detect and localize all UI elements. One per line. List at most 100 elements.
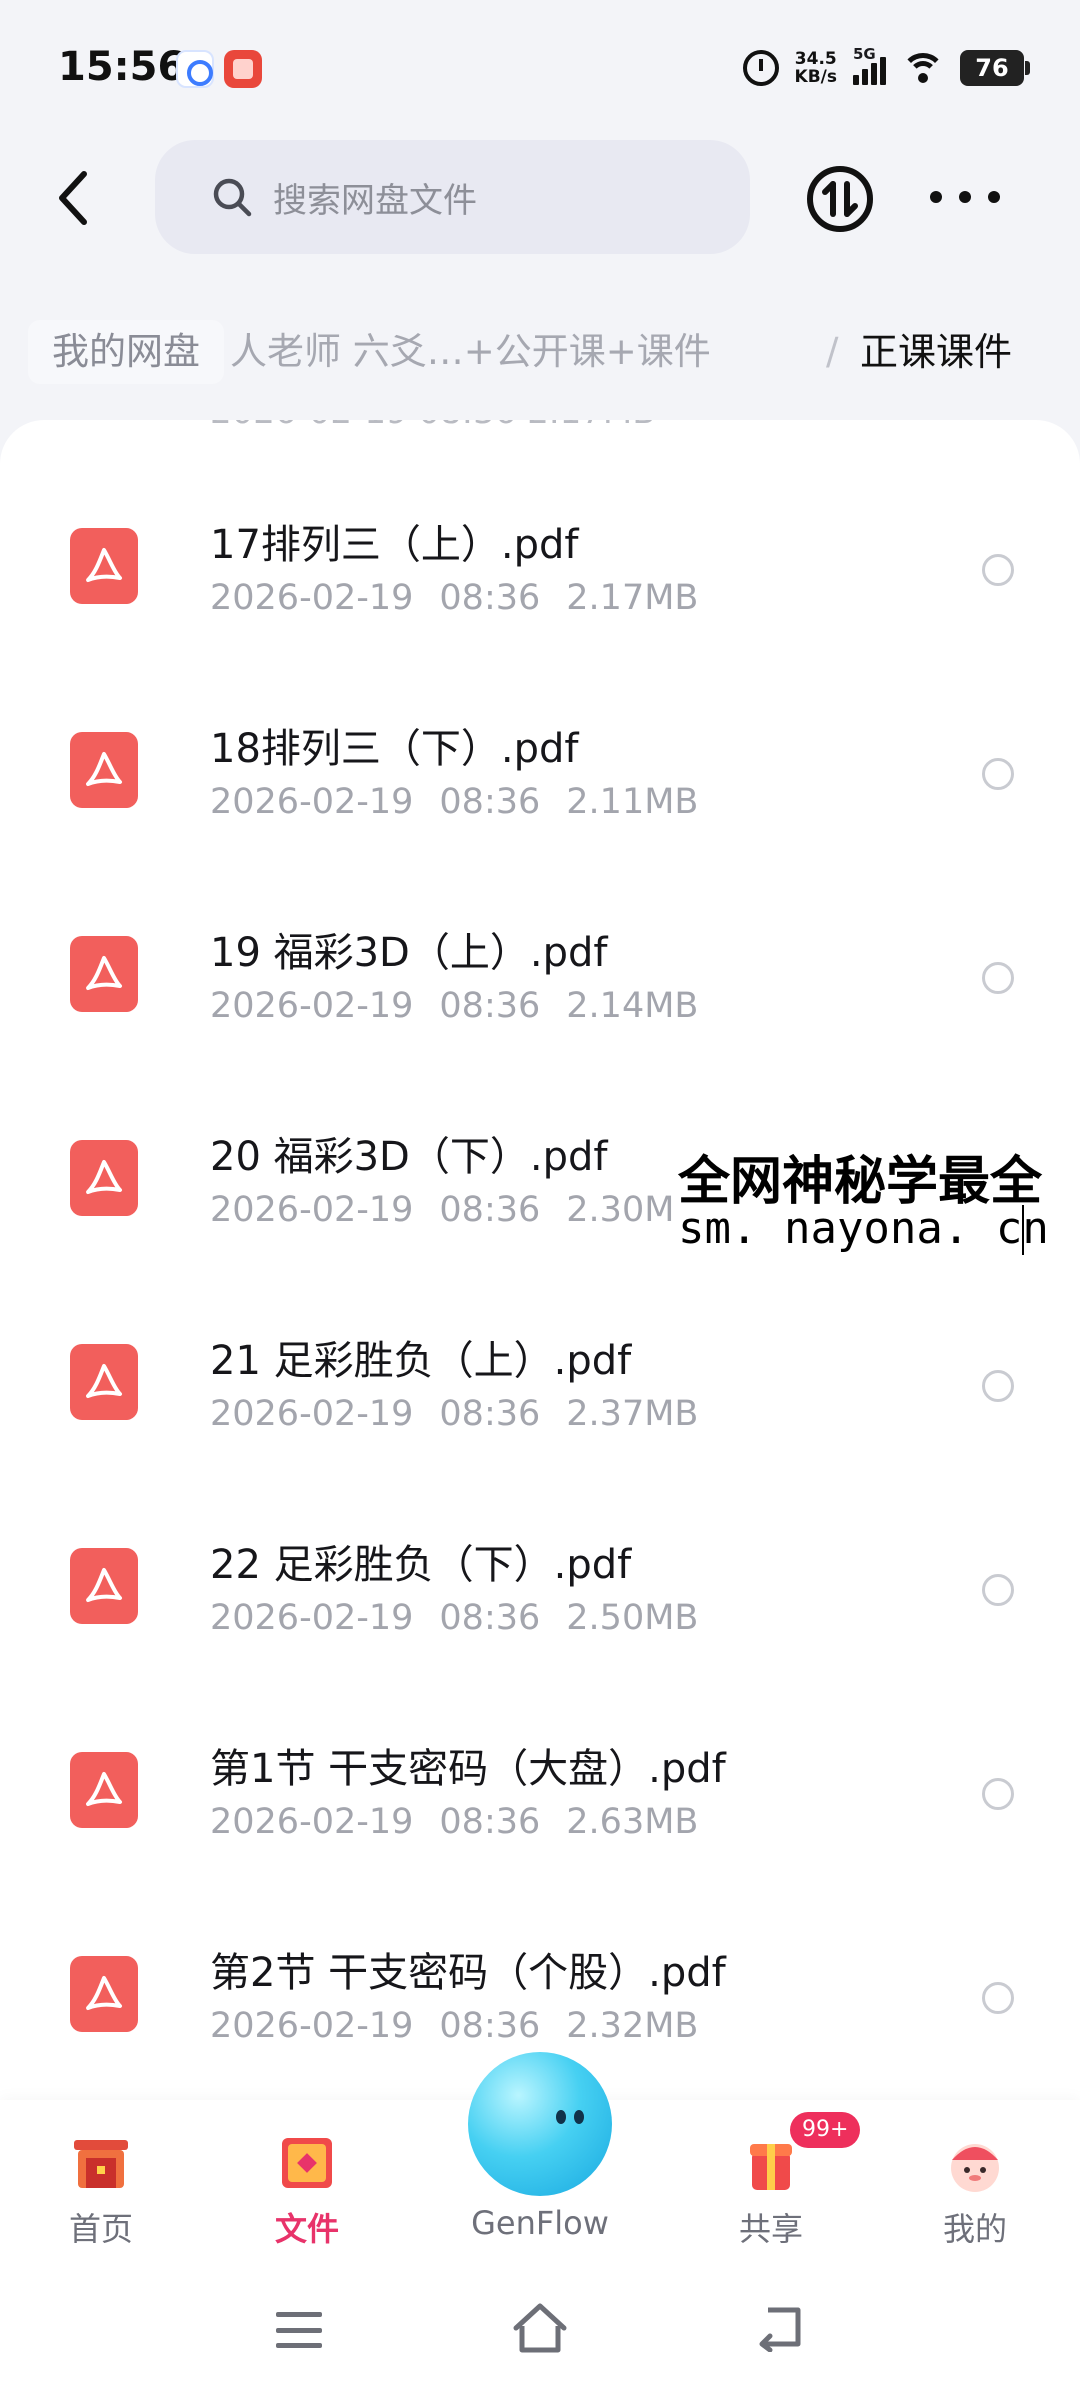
watermark-url: sm. nayona. cn	[678, 1203, 1049, 1254]
nav-genflow-label[interactable]: GenFlow	[440, 2204, 640, 2242]
pdf-file-icon	[70, 1344, 138, 1420]
file-meta: 2026-02-19 08:36 2.17MB	[210, 578, 698, 618]
file-date: 2026-02-19	[210, 782, 414, 822]
file-date: 2026-02-19	[210, 986, 414, 1026]
file-row[interactable]: 19 福彩3D（上）.pdf 2026-02-19 08:36 2.14MB	[0, 880, 1080, 1084]
more-options-icon[interactable]	[930, 182, 1000, 212]
file-time: 08:36	[439, 1802, 541, 1842]
nav-files-label: 文件	[274, 2210, 339, 2248]
file-name: 第1节 干支密码（大盘）.pdf	[210, 1746, 726, 1792]
home-gate-icon	[74, 2140, 128, 2188]
wifi-icon	[902, 51, 944, 85]
file-date: 2026-02-19	[210, 1598, 414, 1638]
pdf-file-icon	[70, 1140, 138, 1216]
breadcrumb-separator: /	[826, 330, 839, 373]
breadcrumb-root[interactable]: 我的网盘	[28, 320, 224, 384]
pdf-file-icon	[70, 1752, 138, 1828]
file-name: 20 福彩3D（下）.pdf	[210, 1134, 608, 1180]
file-meta: 2026-02-19 08:36 2.37MB	[210, 1394, 698, 1434]
file-size: 2.63MB	[566, 1802, 699, 1842]
file-time: 08:36	[439, 1394, 541, 1434]
genflow-mascot-icon[interactable]	[468, 2052, 612, 2196]
file-time: 08:36	[439, 1598, 541, 1638]
pdf-file-icon	[70, 936, 138, 1012]
file-name: 17排列三（上）.pdf	[210, 522, 579, 568]
network-speed-value: 34.5	[794, 49, 837, 69]
home-icon[interactable]	[510, 2300, 570, 2356]
pdf-file-icon	[70, 1956, 138, 2032]
file-name: 22 足彩胜负（下）.pdf	[210, 1542, 632, 1588]
status-indicators: 34.5 KB/s 5G 76	[742, 45, 1030, 90]
file-name: 21 足彩胜负（上）.pdf	[210, 1338, 632, 1384]
nav-home-label: 首页	[68, 2210, 133, 2248]
transfer-icon[interactable]	[805, 164, 875, 234]
pdf-file-icon	[70, 1548, 138, 1624]
status-bar: 15:56 34.5 KB/s 5G 76	[0, 0, 1080, 140]
nav-share-label: 共享	[738, 2210, 803, 2248]
file-name: 第2节 干支密码（个股）.pdf	[210, 1950, 726, 1996]
file-meta: 2026-02-19 08:36 2.63MB	[210, 1802, 698, 1842]
file-meta: 2026-02-19 08:36 2.11MB	[210, 782, 698, 822]
file-meta: 2026-02-19 08:36 2.50MB	[210, 1598, 698, 1638]
select-checkbox[interactable]	[982, 1370, 1014, 1402]
select-checkbox[interactable]	[982, 1574, 1014, 1606]
file-time: 08:36	[439, 782, 541, 822]
file-row[interactable]: 第1节 干支密码（大盘）.pdf 2026-02-19 08:36 2.63MB	[0, 1696, 1080, 1900]
select-checkbox[interactable]	[982, 554, 1014, 586]
select-checkbox[interactable]	[982, 1778, 1014, 1810]
file-row[interactable]: 18排列三（下）.pdf 2026-02-19 08:36 2.11MB	[0, 676, 1080, 880]
share-count-badge: 99+	[790, 2112, 861, 2148]
search-input[interactable]: 搜索网盘文件	[155, 140, 750, 254]
file-row[interactable]: 22 足彩胜负（下）.pdf 2026-02-19 08:36 2.50MB	[0, 1492, 1080, 1696]
file-name: 19 福彩3D（上）.pdf	[210, 930, 608, 976]
file-date: 2026-02-19	[210, 2006, 414, 2046]
select-checkbox[interactable]	[982, 962, 1014, 994]
search-placeholder: 搜索网盘文件	[273, 180, 477, 221]
nav-mine-label: 我的	[942, 2210, 1007, 2248]
file-row[interactable]: 17排列三（上）.pdf 2026-02-19 08:36 2.17MB	[0, 472, 1080, 676]
watermark: 全网神秘学最全 sm. nayona. cn	[672, 1135, 1080, 1265]
system-nav-bar	[0, 2260, 1080, 2400]
breadcrumb-middle[interactable]: 人老师 六爻…+公开课+课件	[230, 320, 711, 384]
back-arrow-icon[interactable]	[50, 168, 100, 228]
nav-mine[interactable]: 我的	[900, 2100, 1050, 2260]
signal-type: 5G	[853, 45, 876, 63]
file-meta: 2026-02-19 08:36 2.30MB	[210, 1190, 698, 1230]
file-date: 2026-02-19	[210, 1394, 414, 1434]
pdf-file-icon	[70, 732, 138, 808]
file-size: 2.11MB	[566, 782, 699, 822]
recent-apps-icon[interactable]	[276, 2312, 322, 2348]
clipped-file-meta: 2026-02-19 08:36 2.17MB	[210, 420, 656, 432]
file-date: 2026-02-19	[210, 1802, 414, 1842]
signal-icon: 5G	[853, 45, 886, 85]
file-size: 2.17MB	[566, 578, 699, 618]
file-size: 2.14MB	[566, 986, 699, 1026]
file-date: 2026-02-19	[210, 578, 414, 618]
file-time: 08:36	[439, 986, 541, 1026]
alarm-icon	[742, 50, 779, 86]
file-row[interactable]: 21 足彩胜负（上）.pdf 2026-02-19 08:36 2.37MB	[0, 1288, 1080, 1492]
file-list: 2026-02-19 08:36 2.17MB 17排列三（上）.pdf 2026…	[0, 420, 1080, 2110]
file-meta: 2026-02-19 08:36 2.14MB	[210, 986, 698, 1026]
file-name: 18排列三（下）.pdf	[210, 726, 579, 772]
file-date: 2026-02-19	[210, 1190, 414, 1230]
files-scroll-icon	[282, 2138, 332, 2188]
network-speed: 34.5 KB/s	[795, 50, 837, 86]
network-speed-unit: KB/s	[794, 67, 837, 87]
pdf-file-icon	[70, 528, 138, 604]
breadcrumb-current: 正课课件	[860, 330, 1013, 374]
select-checkbox[interactable]	[982, 758, 1014, 790]
file-time: 08:36	[439, 1190, 541, 1230]
file-time: 08:36	[439, 2006, 541, 2046]
cloud-app-icon	[176, 50, 214, 88]
file-time: 08:36	[439, 578, 541, 618]
file-size: 2.50MB	[566, 1598, 699, 1638]
select-checkbox[interactable]	[982, 1982, 1014, 2014]
nav-home[interactable]: 首页	[26, 2100, 176, 2260]
text-cursor	[1022, 1205, 1024, 1255]
file-size: 2.37MB	[566, 1394, 699, 1434]
status-time: 15:56	[58, 44, 186, 90]
nav-files[interactable]: 文件	[232, 2100, 382, 2260]
file-meta: 2026-02-19 08:36 2.32MB	[210, 2006, 698, 2046]
system-back-icon[interactable]	[752, 2302, 808, 2353]
